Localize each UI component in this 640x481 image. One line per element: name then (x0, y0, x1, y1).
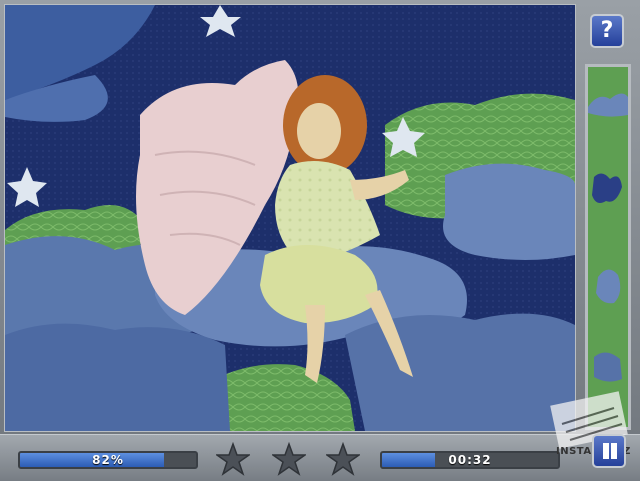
cloud-right (443, 163, 575, 260)
piece-tray[interactable] (585, 64, 631, 430)
pause-button[interactable] (592, 434, 626, 468)
angel-face (297, 103, 341, 159)
cloud-bottom-right (345, 313, 575, 431)
timer-bar: 00:32 (380, 451, 560, 469)
star-rating (216, 442, 366, 476)
rating-star-1-icon (216, 442, 250, 476)
pause-icon (603, 443, 609, 459)
rating-star-3-icon (326, 442, 360, 476)
progress-bar: 82% (18, 451, 198, 469)
puzzle-scene[interactable] (5, 5, 575, 431)
puzzle-board[interactable] (4, 4, 576, 432)
help-button[interactable]: ? (590, 14, 624, 48)
progress-text: 82% (92, 453, 124, 467)
piece-tray-strip (588, 67, 628, 427)
timer-text: 00:32 (448, 453, 492, 467)
cloud-bottom-left (5, 323, 230, 431)
rating-star-2-icon (272, 442, 306, 476)
